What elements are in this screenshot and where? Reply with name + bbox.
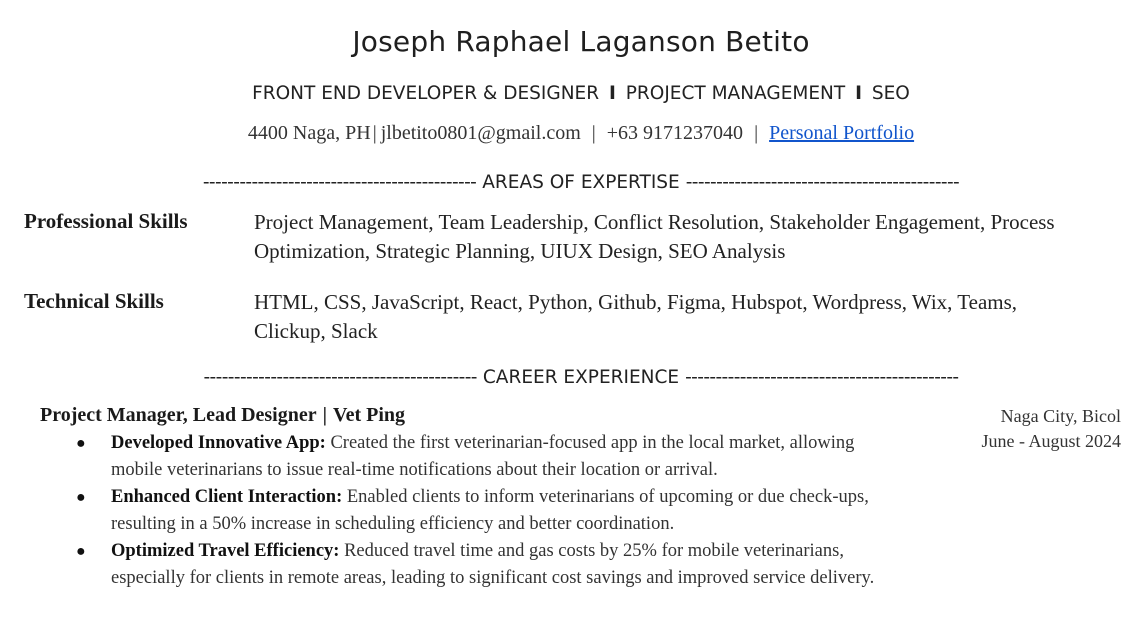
bullet-heading: Developed Innovative App: — [111, 433, 326, 453]
bullet-dot-icon: ● — [76, 435, 86, 452]
bullet-dot-icon: ● — [76, 543, 86, 560]
role-separator: I — [855, 83, 862, 104]
role-front-end: FRONT END DEVELOPER & DESIGNER — [252, 83, 600, 104]
section-divider-right: ----------------------------------------… — [685, 367, 959, 388]
job-bullet-list: ● Developed Innovative App: Created the … — [76, 430, 906, 592]
section-divider-right: ----------------------------------------… — [685, 172, 960, 193]
role-seo: SEO — [871, 83, 910, 104]
section-header-expertise: ----------------------------------------… — [0, 172, 1146, 193]
role-project-management: PROJECT MANAGEMENT — [625, 83, 846, 104]
skill-text-professional: Project Management, Team Leadership, Con… — [254, 210, 1055, 263]
role-subtitle: FRONT END DEVELOPER & DESIGNER I PROJECT… — [0, 83, 1146, 104]
contact-email: jlbetito0801@gmail.com — [380, 122, 581, 144]
skill-text-technical: HTML, CSS, JavaScript, React, Python, Gi… — [254, 290, 1018, 343]
bullet-heading: Optimized Travel Efficiency: — [111, 541, 340, 561]
section-header-career: ----------------------------------------… — [0, 367, 1146, 388]
job-meta: Naga City, Bicol June - August 2024 — [982, 404, 1122, 454]
list-item: ● Enhanced Client Interaction: Enabled c… — [76, 484, 906, 538]
contact-separator: | — [372, 122, 377, 144]
role-separator: I — [608, 83, 616, 104]
contact-location: 4400 Naga, PH — [247, 122, 371, 144]
job-company: Vet Ping — [333, 404, 406, 426]
section-divider-left: ----------------------------------------… — [203, 367, 477, 388]
resume-name: Joseph Raphael Laganson Betito — [352, 25, 810, 58]
bullet-dot-icon: ● — [76, 489, 86, 506]
section-divider-left: ----------------------------------------… — [202, 172, 477, 193]
section-title-expertise: AREAS OF EXPERTISE — [482, 172, 680, 193]
job-role: Project Manager, Lead Designer — [40, 404, 317, 426]
section-title-career: CAREER EXPERIENCE — [482, 367, 680, 388]
bullet-heading: Enhanced Client Interaction: — [111, 487, 343, 507]
skill-label-technical: Technical Skills — [24, 289, 164, 313]
list-item: ● Developed Innovative App: Created the … — [76, 430, 906, 484]
skill-label-professional: Professional Skills — [24, 209, 188, 233]
contact-separator: | — [591, 122, 596, 144]
job-location: Naga City, Bicol — [1000, 406, 1121, 426]
job-dates: June - August 2024 — [981, 431, 1122, 451]
portfolio-link[interactable]: Personal Portfolio — [769, 122, 914, 144]
job-title: Project Manager, Lead Designer | Vet Ping — [40, 404, 405, 427]
job-separator: | — [322, 404, 328, 426]
contact-separator: | — [754, 122, 759, 144]
contact-line: 4400 Naga, PH | jlbetito0801@gmail.com | +… — [0, 122, 1146, 145]
contact-phone: +63 9171237040 — [606, 122, 744, 144]
list-item: ● Optimized Travel Efficiency: Reduced t… — [76, 538, 906, 592]
